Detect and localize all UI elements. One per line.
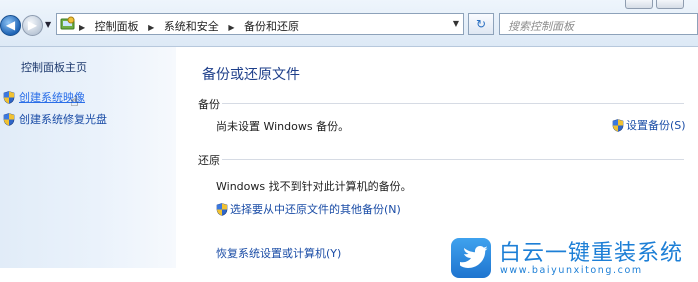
chevron-right-icon[interactable]: ▶	[148, 23, 154, 32]
hand-cursor-icon: ☝	[70, 94, 79, 110]
back-button[interactable]: ◀	[0, 15, 21, 36]
breadcrumb: ▶ 控制面板 ▶ 系统和安全 ▶ 备份和还原	[79, 18, 305, 34]
sidebar-item-home[interactable]: 控制面板主页	[21, 59, 87, 75]
uac-shield-icon	[3, 90, 15, 104]
divider	[222, 159, 684, 160]
bird-logo-icon	[451, 238, 491, 278]
select-other-backup-link[interactable]: 选择要从中还原文件的其他备份(N)	[216, 201, 401, 217]
uac-shield-icon	[3, 112, 15, 126]
uac-shield-icon	[612, 118, 624, 132]
watermark-url: www.baiyunxitong.com	[500, 265, 643, 276]
maximize-button[interactable]	[656, 0, 684, 9]
navigation-bar: ◀ ▶ ▼ ▶ 控制面板 ▶ 系统和安全 ▶ 备份和还原 ▼ ↻ 搜索控制面板	[0, 0, 698, 47]
page-title: 备份或还原文件	[202, 67, 300, 83]
recent-pages-dropdown[interactable]: ▼	[45, 20, 51, 29]
address-bar[interactable]: ▶ 控制面板 ▶ 系统和安全 ▶ 备份和还原 ▼	[56, 13, 464, 35]
setup-backup-label: 设置备份(S)	[626, 119, 686, 132]
backup-section-heading: 备份	[198, 98, 220, 111]
divider	[222, 103, 684, 104]
restore-status-text: Windows 找不到针对此计算机的备份。	[216, 180, 412, 193]
refresh-button[interactable]: ↻	[468, 13, 494, 35]
search-input[interactable]: 搜索控制面板	[499, 13, 698, 35]
sidebar-item-label: 创建系统修复光盘	[19, 113, 107, 126]
chevron-down-icon[interactable]: ▼	[453, 19, 459, 28]
breadcrumb-item[interactable]: 控制面板	[95, 20, 139, 33]
back-arrow-icon: ◀	[5, 18, 16, 32]
backup-status-text: 尚未设置 Windows 备份。	[216, 120, 350, 133]
watermark-title: 白云一键重装系统	[499, 241, 684, 266]
search-placeholder: 搜索控制面板	[508, 20, 574, 33]
minimize-button[interactable]	[625, 0, 653, 9]
watermark: 白云一键重装系统 www.baiyunxitong.com	[451, 232, 698, 282]
restore-section-heading: 还原	[198, 154, 220, 167]
control-panel-icon	[60, 16, 75, 30]
refresh-icon: ↻	[475, 17, 487, 31]
forward-arrow-icon: ▶	[27, 18, 38, 32]
task-pane: 控制面板主页 创建系统映像 创建系统修复光盘 ☝	[0, 47, 176, 268]
breadcrumb-item[interactable]: 系统和安全	[164, 20, 219, 33]
breadcrumb-item[interactable]: 备份和还原	[244, 20, 299, 33]
forward-button[interactable]: ▶	[22, 15, 43, 36]
sidebar-item-create-repair-disc[interactable]: 创建系统修复光盘	[3, 111, 107, 127]
chevron-right-icon[interactable]: ▶	[228, 23, 234, 32]
recover-system-link[interactable]: 恢复系统设置或计算机(Y)	[216, 245, 341, 261]
select-other-backup-label: 选择要从中还原文件的其他备份(N)	[230, 203, 401, 216]
setup-backup-link[interactable]: 设置备份(S)	[612, 117, 686, 133]
uac-shield-icon	[216, 202, 228, 216]
chevron-right-icon[interactable]: ▶	[79, 23, 85, 32]
